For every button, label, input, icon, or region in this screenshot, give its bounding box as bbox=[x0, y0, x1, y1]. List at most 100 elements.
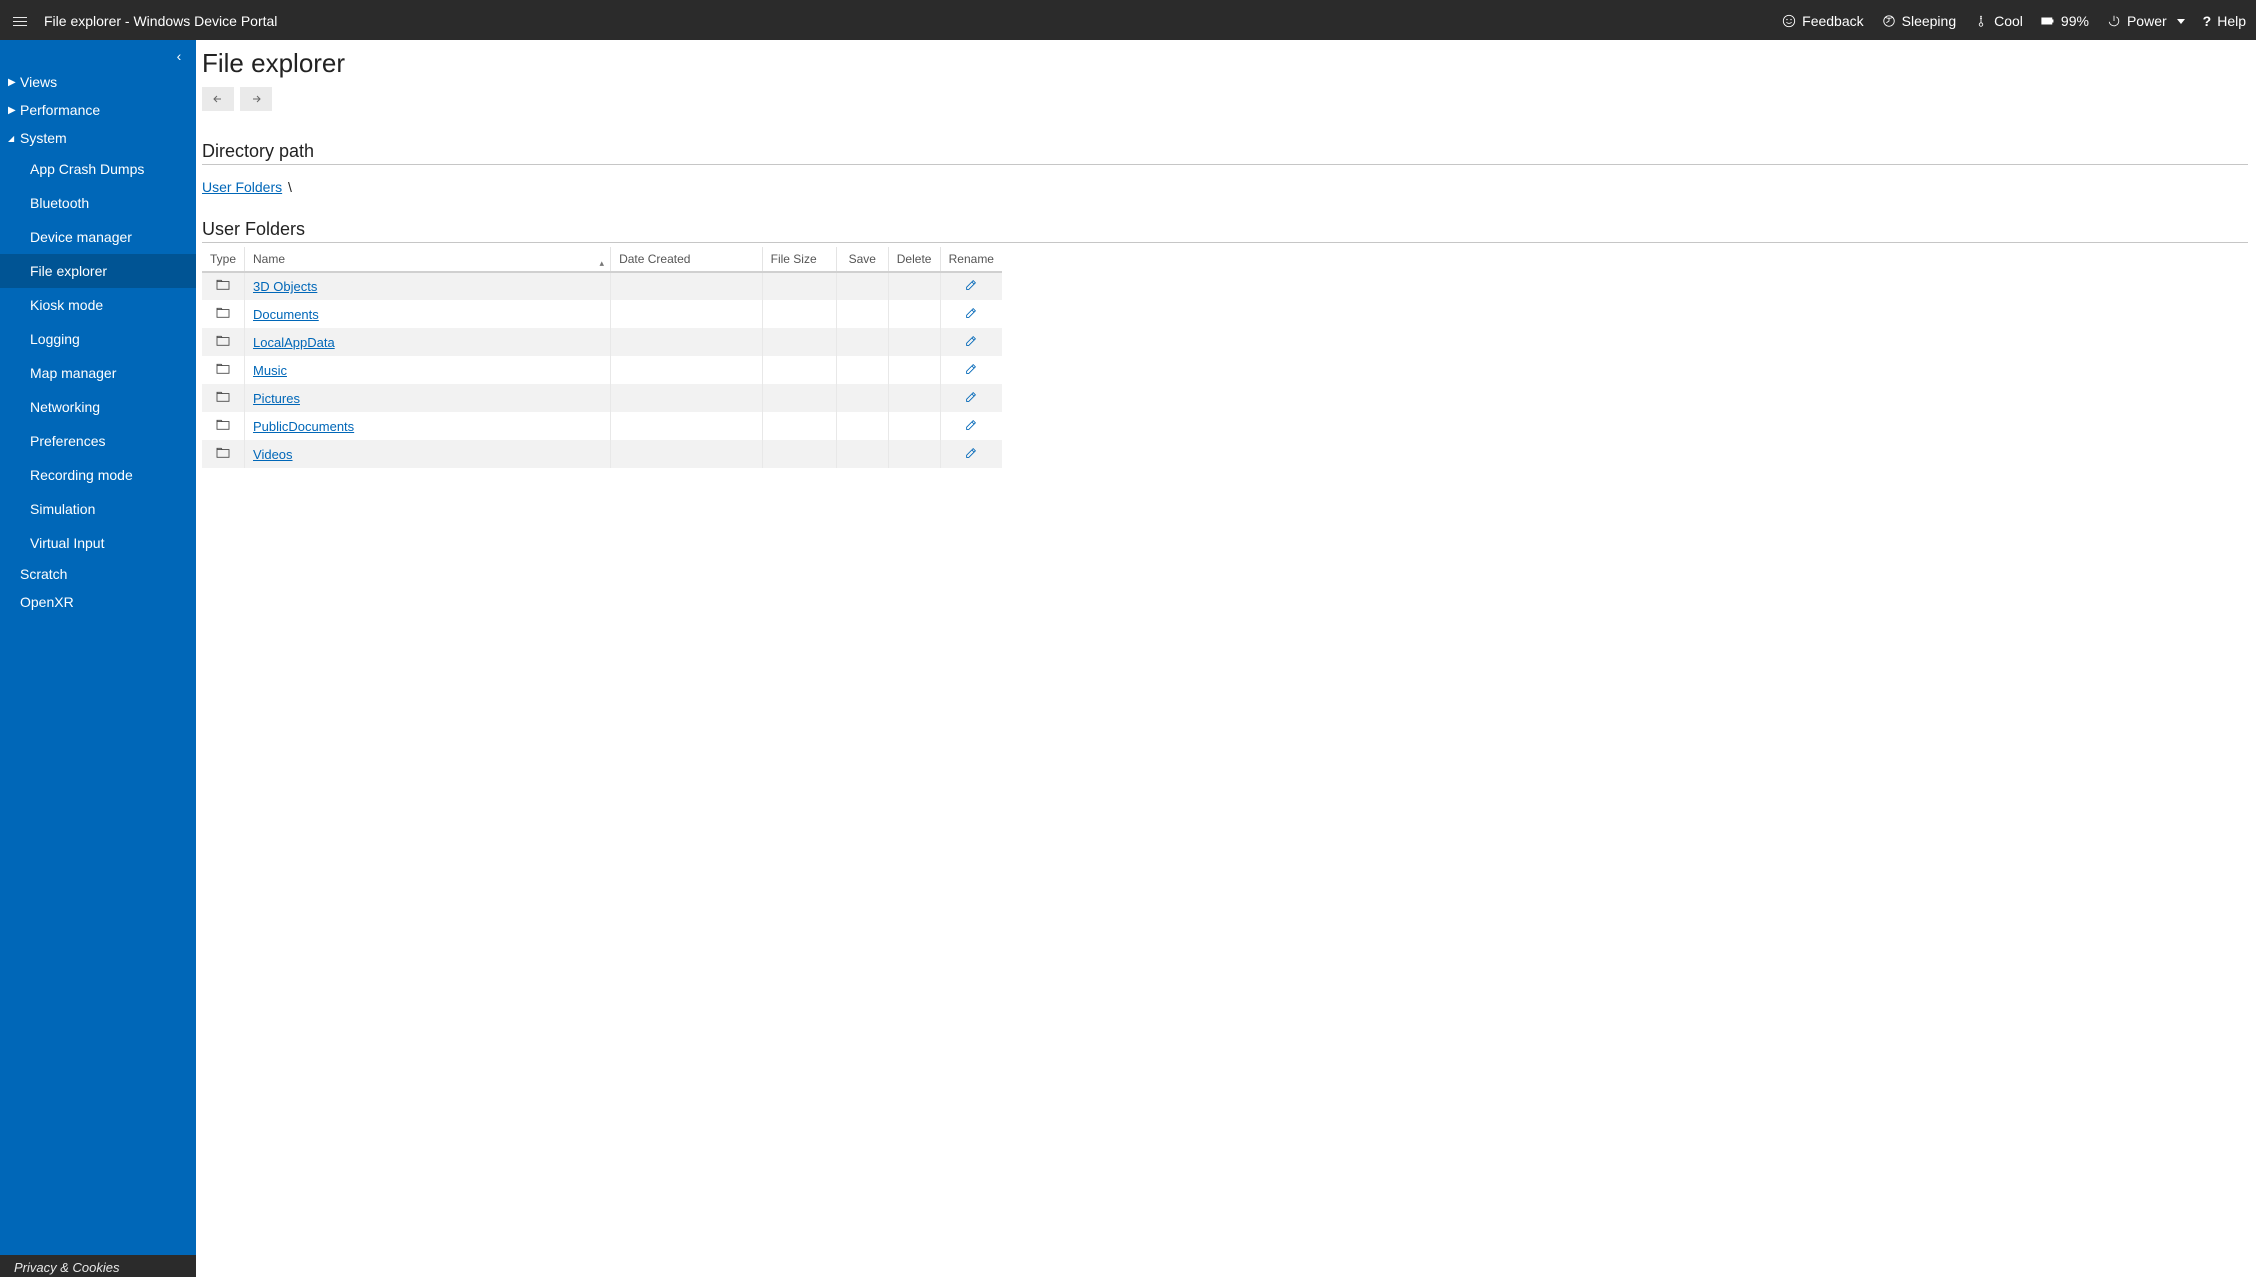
nav-forward-button[interactable] bbox=[240, 87, 272, 111]
pencil-icon[interactable] bbox=[964, 278, 978, 292]
cell-type bbox=[202, 384, 245, 412]
folder-link[interactable]: Documents bbox=[253, 307, 319, 322]
divider bbox=[202, 242, 2248, 243]
col-header-name[interactable]: Name bbox=[245, 247, 611, 272]
smiley-icon bbox=[1782, 14, 1796, 28]
cell-size bbox=[762, 300, 836, 328]
cell-delete bbox=[888, 328, 940, 356]
help-label: Help bbox=[2217, 13, 2246, 29]
listing-heading: User Folders bbox=[202, 219, 2248, 240]
privacy-cookies-link[interactable]: Privacy & Cookies bbox=[0, 1255, 196, 1277]
temperature-status[interactable]: Cool bbox=[1974, 13, 2023, 29]
sidebar-item-label: Map manager bbox=[30, 365, 116, 381]
power-label: Power bbox=[2127, 13, 2167, 29]
file-table: Type Name Date Created File Size Save De… bbox=[202, 247, 1002, 468]
sidebar-item-networking[interactable]: Networking bbox=[0, 390, 196, 424]
sidebar-item-map-manager[interactable]: Map manager bbox=[0, 356, 196, 390]
sidebar-item-app-crash-dumps[interactable]: App Crash Dumps bbox=[0, 152, 196, 186]
cell-size bbox=[762, 356, 836, 384]
sidebar-item-file-explorer[interactable]: File explorer bbox=[0, 254, 196, 288]
help-button[interactable]: ? Help bbox=[2203, 13, 2246, 29]
pencil-icon[interactable] bbox=[964, 418, 978, 432]
pencil-icon[interactable] bbox=[964, 446, 978, 460]
cell-rename bbox=[940, 328, 1002, 356]
folder-icon bbox=[216, 363, 230, 375]
sidebar-item-label: System bbox=[20, 130, 67, 146]
chevron-down-icon bbox=[2177, 19, 2185, 24]
sidebar-item-recording-mode[interactable]: Recording mode bbox=[0, 458, 196, 492]
col-header-date[interactable]: Date Created bbox=[611, 247, 763, 272]
folder-icon bbox=[216, 279, 230, 291]
cool-label: Cool bbox=[1994, 13, 2023, 29]
sidebar-item-bluetooth[interactable]: Bluetooth bbox=[0, 186, 196, 220]
hamburger-menu-icon[interactable] bbox=[10, 11, 30, 31]
battery-status[interactable]: 99% bbox=[2041, 13, 2089, 29]
sidebar-item-simulation[interactable]: Simulation bbox=[0, 492, 196, 526]
col-header-type[interactable]: Type bbox=[202, 247, 245, 272]
clock-icon bbox=[1882, 14, 1896, 28]
sidebar-item-system[interactable]: ◢System bbox=[0, 124, 196, 152]
cell-delete bbox=[888, 272, 940, 300]
col-header-rename[interactable]: Rename bbox=[940, 247, 1002, 272]
sidebar-item-scratch[interactable]: Scratch bbox=[0, 560, 196, 588]
sidebar: ‹ ▶Views▶Performance◢SystemApp Crash Dum… bbox=[0, 40, 196, 1277]
table-row: PublicDocuments bbox=[202, 412, 1002, 440]
nav-back-button[interactable] bbox=[202, 87, 234, 111]
cell-date bbox=[611, 412, 763, 440]
table-row: 3D Objects bbox=[202, 272, 1002, 300]
pencil-icon[interactable] bbox=[964, 390, 978, 404]
sidebar-item-openxr[interactable]: OpenXR bbox=[0, 588, 196, 616]
cell-rename bbox=[940, 384, 1002, 412]
cell-size bbox=[762, 272, 836, 300]
sidebar-item-logging[interactable]: Logging bbox=[0, 322, 196, 356]
pencil-icon[interactable] bbox=[964, 334, 978, 348]
question-icon: ? bbox=[2203, 13, 2212, 29]
cell-save bbox=[836, 384, 888, 412]
power-menu[interactable]: Power bbox=[2107, 13, 2185, 29]
cell-save bbox=[836, 356, 888, 384]
triangle-right-icon: ▶ bbox=[8, 105, 18, 116]
sidebar-collapse-button[interactable]: ‹ bbox=[170, 48, 188, 64]
sidebar-item-device-manager[interactable]: Device manager bbox=[0, 220, 196, 254]
folder-link[interactable]: Music bbox=[253, 363, 287, 378]
triangle-down-icon: ◢ bbox=[8, 134, 18, 143]
power-icon bbox=[2107, 14, 2121, 28]
cell-type bbox=[202, 412, 245, 440]
folder-link[interactable]: LocalAppData bbox=[253, 335, 335, 350]
folder-link[interactable]: Videos bbox=[253, 447, 293, 462]
sidebar-nav: ▶Views▶Performance◢SystemApp Crash Dumps… bbox=[0, 40, 196, 1255]
cell-date bbox=[611, 384, 763, 412]
sidebar-item-views[interactable]: ▶Views bbox=[0, 68, 196, 96]
sidebar-item-label: Recording mode bbox=[30, 467, 133, 483]
cell-rename bbox=[940, 272, 1002, 300]
table-row: Videos bbox=[202, 440, 1002, 468]
cell-delete bbox=[888, 356, 940, 384]
cell-save bbox=[836, 272, 888, 300]
folder-link[interactable]: Pictures bbox=[253, 391, 300, 406]
pencil-icon[interactable] bbox=[964, 306, 978, 320]
cell-save bbox=[836, 328, 888, 356]
cell-rename bbox=[940, 440, 1002, 468]
sidebar-item-virtual-input[interactable]: Virtual Input bbox=[0, 526, 196, 560]
sleeping-label: Sleeping bbox=[1902, 13, 1957, 29]
cell-type bbox=[202, 328, 245, 356]
sidebar-item-performance[interactable]: ▶Performance bbox=[0, 96, 196, 124]
col-header-size[interactable]: File Size bbox=[762, 247, 836, 272]
col-header-delete[interactable]: Delete bbox=[888, 247, 940, 272]
page-title: File explorer bbox=[202, 48, 2248, 79]
folder-icon bbox=[216, 307, 230, 319]
sidebar-item-preferences[interactable]: Preferences bbox=[0, 424, 196, 458]
col-header-save[interactable]: Save bbox=[836, 247, 888, 272]
folder-icon bbox=[216, 391, 230, 403]
cell-save bbox=[836, 300, 888, 328]
cell-size bbox=[762, 412, 836, 440]
sidebar-item-kiosk-mode[interactable]: Kiosk mode bbox=[0, 288, 196, 322]
pencil-icon[interactable] bbox=[964, 362, 978, 376]
cell-date bbox=[611, 328, 763, 356]
folder-link[interactable]: 3D Objects bbox=[253, 279, 317, 294]
feedback-button[interactable]: Feedback bbox=[1782, 13, 1863, 29]
breadcrumb-root-link[interactable]: User Folders bbox=[202, 179, 282, 195]
folder-link[interactable]: PublicDocuments bbox=[253, 419, 354, 434]
sleeping-status[interactable]: Sleeping bbox=[1882, 13, 1957, 29]
sidebar-item-label: File explorer bbox=[30, 263, 107, 279]
